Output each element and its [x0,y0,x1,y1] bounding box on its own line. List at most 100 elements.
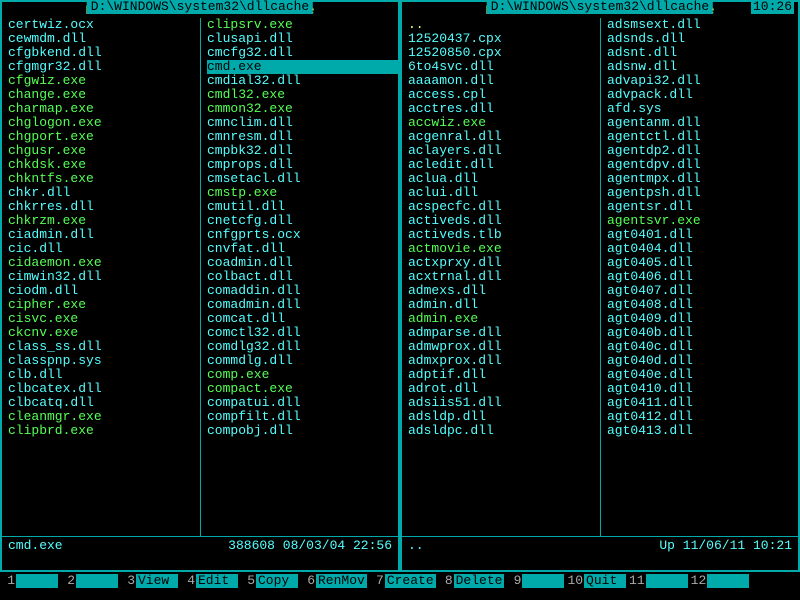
file-item[interactable]: comp.exe [207,368,398,382]
file-item[interactable]: activeds.tlb [408,228,600,242]
file-item[interactable]: agt040b.dll [607,326,798,340]
file-item[interactable]: agt0407.dll [607,284,798,298]
fkey-5[interactable]: 5Copy [240,574,298,588]
file-item[interactable]: adrot.dll [408,382,600,396]
file-item[interactable]: clipbrd.exe [8,424,200,438]
file-item[interactable]: adsmsext.dll [607,18,798,32]
fkey-6[interactable]: 6RenMov [300,574,367,588]
file-item[interactable]: adptif.dll [408,368,600,382]
file-item[interactable]: agentdpv.dll [607,158,798,172]
file-item[interactable]: agt0401.dll [607,228,798,242]
file-item[interactable]: compfilt.dll [207,410,398,424]
file-item[interactable]: agentctl.dll [607,130,798,144]
file-item[interactable]: admparse.dll [408,326,600,340]
file-item[interactable]: acledit.dll [408,158,600,172]
file-item[interactable]: comaddin.dll [207,284,398,298]
file-item[interactable]: chkrres.dll [8,200,200,214]
file-item[interactable]: ciodm.dll [8,284,200,298]
file-item[interactable]: cfgmgr32.dll [8,60,200,74]
file-item[interactable]: aclayers.dll [408,144,600,158]
file-item[interactable]: acspecfc.dll [408,200,600,214]
file-item[interactable]: aaaamon.dll [408,74,600,88]
file-item[interactable]: adsiis51.dll [408,396,600,410]
file-item[interactable]: compatui.dll [207,396,398,410]
fkey-9[interactable]: 9 [506,574,564,588]
file-item[interactable]: cidaemon.exe [8,256,200,270]
file-item[interactable]: cewmdm.dll [8,32,200,46]
file-item[interactable]: agt0411.dll [607,396,798,410]
file-item[interactable]: cmutil.dll [207,200,398,214]
file-item[interactable]: chkdsk.exe [8,158,200,172]
file-item[interactable]: agt040e.dll [607,368,798,382]
file-item[interactable]: clipsrv.exe [207,18,398,32]
left-column-1[interactable]: certwiz.ocxcewmdm.dllcfgbkend.dllcfgmgr3… [2,18,200,536]
file-item[interactable]: aclua.dll [408,172,600,186]
file-item[interactable]: clbcatq.dll [8,396,200,410]
file-item[interactable]: cmdial32.dll [207,74,398,88]
file-item[interactable]: admxprox.dll [408,354,600,368]
file-item[interactable]: chkntfs.exe [8,172,200,186]
file-item[interactable]: certwiz.ocx [8,18,200,32]
right-path[interactable]: D:\WINDOWS\system32\dllcache [487,0,713,14]
right-column-2[interactable]: adsmsext.dlladsnds.dlladsnt.dlladsnw.dll… [600,18,798,536]
left-panel[interactable]: D:\WINDOWS\system32\dllcache Name Name c… [0,0,400,572]
file-item[interactable]: access.cpl [408,88,600,102]
file-item[interactable]: coadmin.dll [207,256,398,270]
file-item[interactable]: cmdl32.exe [207,88,398,102]
file-item[interactable]: aclui.dll [408,186,600,200]
file-item[interactable]: advapi32.dll [607,74,798,88]
left-column-2[interactable]: clipsrv.execlusapi.dllcmcfg32.dllcmd.exe… [200,18,398,536]
file-item[interactable]: cmpbk32.dll [207,144,398,158]
file-item[interactable]: chkrzm.exe [8,214,200,228]
file-item[interactable]: admwprox.dll [408,340,600,354]
file-item[interactable]: chgusr.exe [8,144,200,158]
file-item[interactable]: advpack.dll [607,88,798,102]
file-item[interactable]: colbact.dll [207,270,398,284]
file-item[interactable]: agentsvr.exe [607,214,798,228]
file-item[interactable]: agentmpx.dll [607,172,798,186]
file-item[interactable]: 6to4svc.dll [408,60,600,74]
file-item[interactable]: clbcatex.dll [8,382,200,396]
file-item[interactable]: acgenral.dll [408,130,600,144]
file-item[interactable]: comcat.dll [207,312,398,326]
file-item[interactable]: clb.dll [8,368,200,382]
file-item[interactable]: cfgbkend.dll [8,46,200,60]
fkey-3[interactable]: 3View [120,574,178,588]
file-item[interactable]: agentsr.dll [607,200,798,214]
file-item[interactable]: cimwin32.dll [8,270,200,284]
file-item[interactable]: admin.dll [408,298,600,312]
file-item[interactable]: admexs.dll [408,284,600,298]
file-item[interactable]: ciadmin.dll [8,228,200,242]
file-item[interactable]: agt0413.dll [607,424,798,438]
file-item[interactable]: cnvfat.dll [207,242,398,256]
file-item[interactable]: commdlg.dll [207,354,398,368]
file-item[interactable]: classpnp.sys [8,354,200,368]
file-item[interactable]: 12520850.cpx [408,46,600,60]
file-item[interactable]: cmmon32.exe [207,102,398,116]
file-item[interactable]: accwiz.exe [408,116,600,130]
file-item[interactable]: agt0404.dll [607,242,798,256]
file-item[interactable]: 12520437.cpx [408,32,600,46]
file-item[interactable]: agt0410.dll [607,382,798,396]
file-item[interactable]: cmnclim.dll [207,116,398,130]
left-path[interactable]: D:\WINDOWS\system32\dllcache [87,0,313,14]
file-item[interactable]: .. [408,18,600,32]
fkey-11[interactable]: 11 [628,574,688,588]
fkey-10[interactable]: 10Quit [566,574,626,588]
file-item[interactable]: cmnresm.dll [207,130,398,144]
file-item[interactable]: adsldp.dll [408,410,600,424]
file-item[interactable]: ckcnv.exe [8,326,200,340]
file-item[interactable]: agentanm.dll [607,116,798,130]
file-item[interactable]: charmap.exe [8,102,200,116]
fkey-2[interactable]: 2 [60,574,118,588]
fkey-12[interactable]: 12 [690,574,750,588]
fkey-1[interactable]: 1 [0,574,58,588]
file-item[interactable]: cleanmgr.exe [8,410,200,424]
file-item[interactable]: agentdp2.dll [607,144,798,158]
fkey-8[interactable]: 8Delete [438,574,505,588]
right-column-1[interactable]: ..12520437.cpx12520850.cpx6to4svc.dllaaa… [402,18,600,536]
file-item[interactable]: chglogon.exe [8,116,200,130]
file-item[interactable]: cic.dll [8,242,200,256]
file-item[interactable]: comadmin.dll [207,298,398,312]
file-item[interactable]: change.exe [8,88,200,102]
